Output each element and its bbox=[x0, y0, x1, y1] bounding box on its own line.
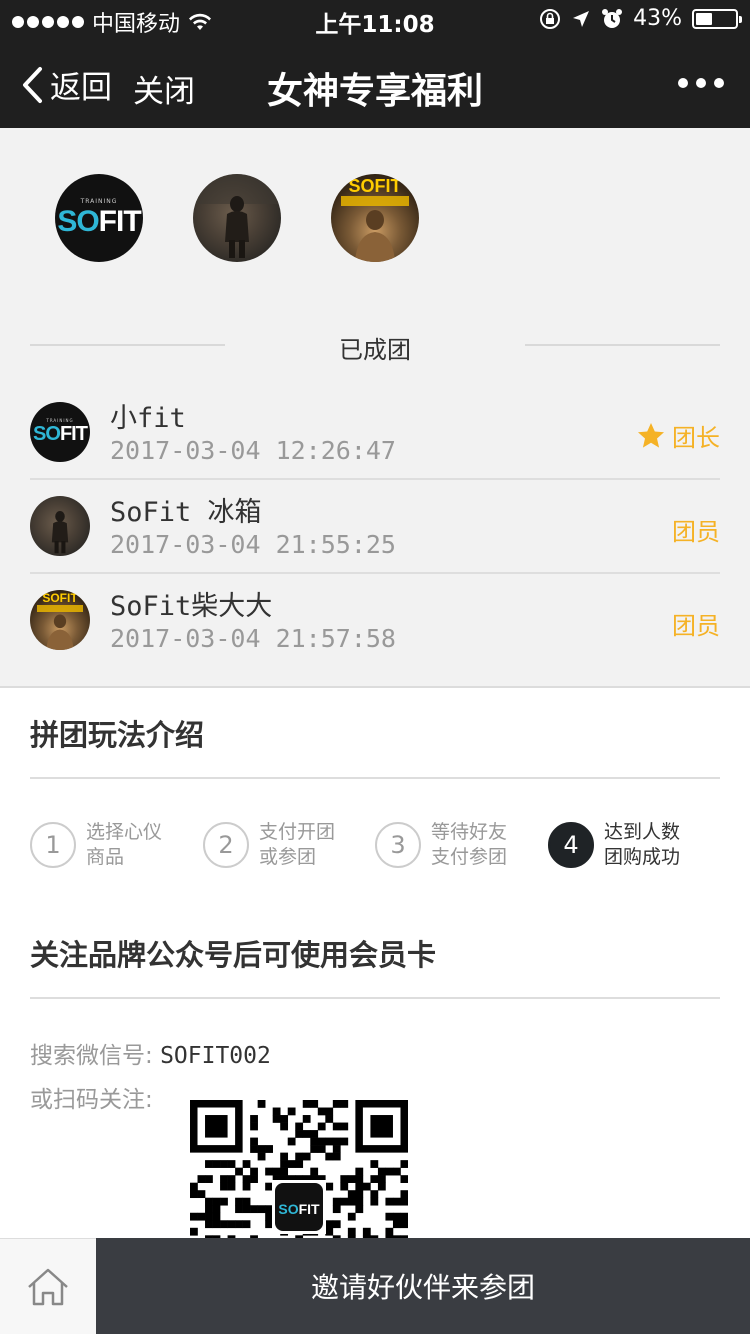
member-avatar: TRAINING SOFIT bbox=[30, 402, 90, 462]
step-2: 2 支付开团 或参团 bbox=[203, 820, 349, 870]
chevron-left-icon bbox=[23, 66, 42, 103]
avatar-leader: TRAINING SOFIT bbox=[55, 174, 143, 262]
qr-center-logo: SOFIT bbox=[278, 1201, 320, 1217]
qr-code: SOFIT bbox=[190, 1100, 408, 1238]
divider bbox=[30, 777, 720, 779]
member-role-label: 团员 bbox=[672, 518, 720, 546]
sofit-logo: SOFIT bbox=[57, 204, 141, 238]
group-avatars: TRAINING SOFIT SOFIT bbox=[55, 174, 419, 262]
scan-label: 或扫码关注: bbox=[30, 1087, 153, 1113]
more-dot-icon bbox=[678, 78, 688, 88]
bottom-bar: 邀请好伙伴来参团 bbox=[0, 1238, 750, 1334]
rules-steps: 1 选择心仪 商品 2 支付开团 或参团 3 等待好友 支付参团 4 达到人数 团购成功 bbox=[30, 820, 720, 872]
qr-code-icon: SOFIT bbox=[190, 1100, 408, 1238]
member-name: SoFit柴大大 bbox=[110, 591, 273, 622]
person-photo-icon bbox=[46, 614, 74, 650]
step-number: 1 bbox=[30, 822, 76, 868]
member-time: 2017-03-04 21:57:58 bbox=[110, 624, 396, 653]
rules-title: 拼团玩法介绍 bbox=[30, 718, 205, 752]
page-title: 女神专享福利 bbox=[266, 71, 483, 112]
location-icon bbox=[573, 10, 590, 27]
step-3: 3 等待好友 支付参团 bbox=[375, 820, 521, 870]
home-button[interactable] bbox=[0, 1238, 96, 1334]
member-list: TRAINING SOFIT 小fit 2017-03-04 12:26:47 … bbox=[30, 386, 720, 668]
battery-percent: 43% bbox=[633, 6, 682, 31]
status-right: 43% bbox=[539, 6, 742, 31]
step-number: 3 bbox=[375, 822, 421, 868]
person-photo-icon bbox=[193, 174, 281, 258]
step-number: 4 bbox=[548, 822, 594, 868]
logo-training-text: TRAINING bbox=[80, 197, 118, 205]
member-time: 2017-03-04 12:26:47 bbox=[110, 436, 396, 465]
member-name: SoFit 冰箱 bbox=[110, 497, 262, 528]
member-avatar: SOFIT bbox=[30, 590, 90, 650]
alarm-icon bbox=[602, 8, 623, 28]
member-name: 小fit bbox=[110, 403, 186, 434]
wechat-id-label: 搜索微信号: bbox=[30, 1043, 153, 1069]
member-role-label: 团员 bbox=[672, 612, 720, 640]
more-button[interactable] bbox=[678, 78, 724, 88]
nav-bar: 返回 关闭 女神专享福利 bbox=[0, 40, 750, 128]
step-1: 1 选择心仪 商品 bbox=[30, 820, 176, 870]
member-role: 团员 bbox=[672, 606, 720, 641]
person-photo-icon bbox=[355, 210, 395, 262]
avatar-member-2: SOFIT bbox=[331, 174, 419, 262]
group-formed-row: 已成团 bbox=[30, 328, 720, 364]
divider-right bbox=[525, 344, 720, 346]
back-button[interactable]: 返回 bbox=[20, 62, 112, 107]
member-row: SoFit 冰箱 2017-03-04 21:55:25 团员 bbox=[30, 480, 720, 574]
battery-fill bbox=[696, 12, 713, 25]
member-time: 2017-03-04 21:55:25 bbox=[110, 530, 396, 559]
more-dot-icon bbox=[696, 78, 706, 88]
member-row: TRAINING SOFIT 小fit 2017-03-04 12:26:47 … bbox=[30, 386, 720, 480]
rotation-lock-icon bbox=[540, 8, 561, 29]
step-text: 等待好友 支付参团 bbox=[431, 821, 508, 868]
follow-title: 关注品牌公众号后可使用会员卡 bbox=[30, 938, 437, 972]
close-button[interactable]: 关闭 bbox=[133, 66, 195, 111]
step-number: 2 bbox=[203, 822, 249, 868]
wechat-id-line: 搜索微信号: SOFIT002 bbox=[30, 1036, 271, 1070]
member-role: 团长 bbox=[636, 418, 720, 453]
member-role: 团员 bbox=[672, 512, 720, 547]
battery-icon bbox=[692, 8, 742, 29]
person-photo-icon bbox=[51, 511, 69, 554]
divider bbox=[30, 997, 720, 999]
star-icon bbox=[638, 422, 664, 448]
member-avatar bbox=[30, 496, 90, 556]
home-icon bbox=[28, 1268, 68, 1305]
invite-button[interactable]: 邀请好伙伴来参团 bbox=[96, 1238, 750, 1334]
step-4: 4 达到人数 团购成功 bbox=[548, 820, 694, 870]
avatar-member-1 bbox=[193, 174, 281, 262]
step-text: 支付开团 或参团 bbox=[259, 821, 336, 868]
back-label: 返回 bbox=[50, 70, 112, 106]
more-dot-icon bbox=[714, 78, 724, 88]
step-text: 达到人数 团购成功 bbox=[604, 821, 681, 868]
member-row: SOFIT SoFit柴大大 2017-03-04 21:57:58 团员 bbox=[30, 574, 720, 668]
wechat-id-value: SOFIT002 bbox=[160, 1043, 271, 1069]
group-status-label: 已成团 bbox=[339, 336, 411, 364]
status-bar: 中国移动 上午11:08 43% bbox=[0, 0, 750, 40]
step-text: 选择心仪 商品 bbox=[86, 821, 163, 868]
member-role-label: 团长 bbox=[672, 424, 720, 452]
group-section: TRAINING SOFIT SOFIT 已成团 TRAINING SOFIT … bbox=[0, 128, 750, 688]
